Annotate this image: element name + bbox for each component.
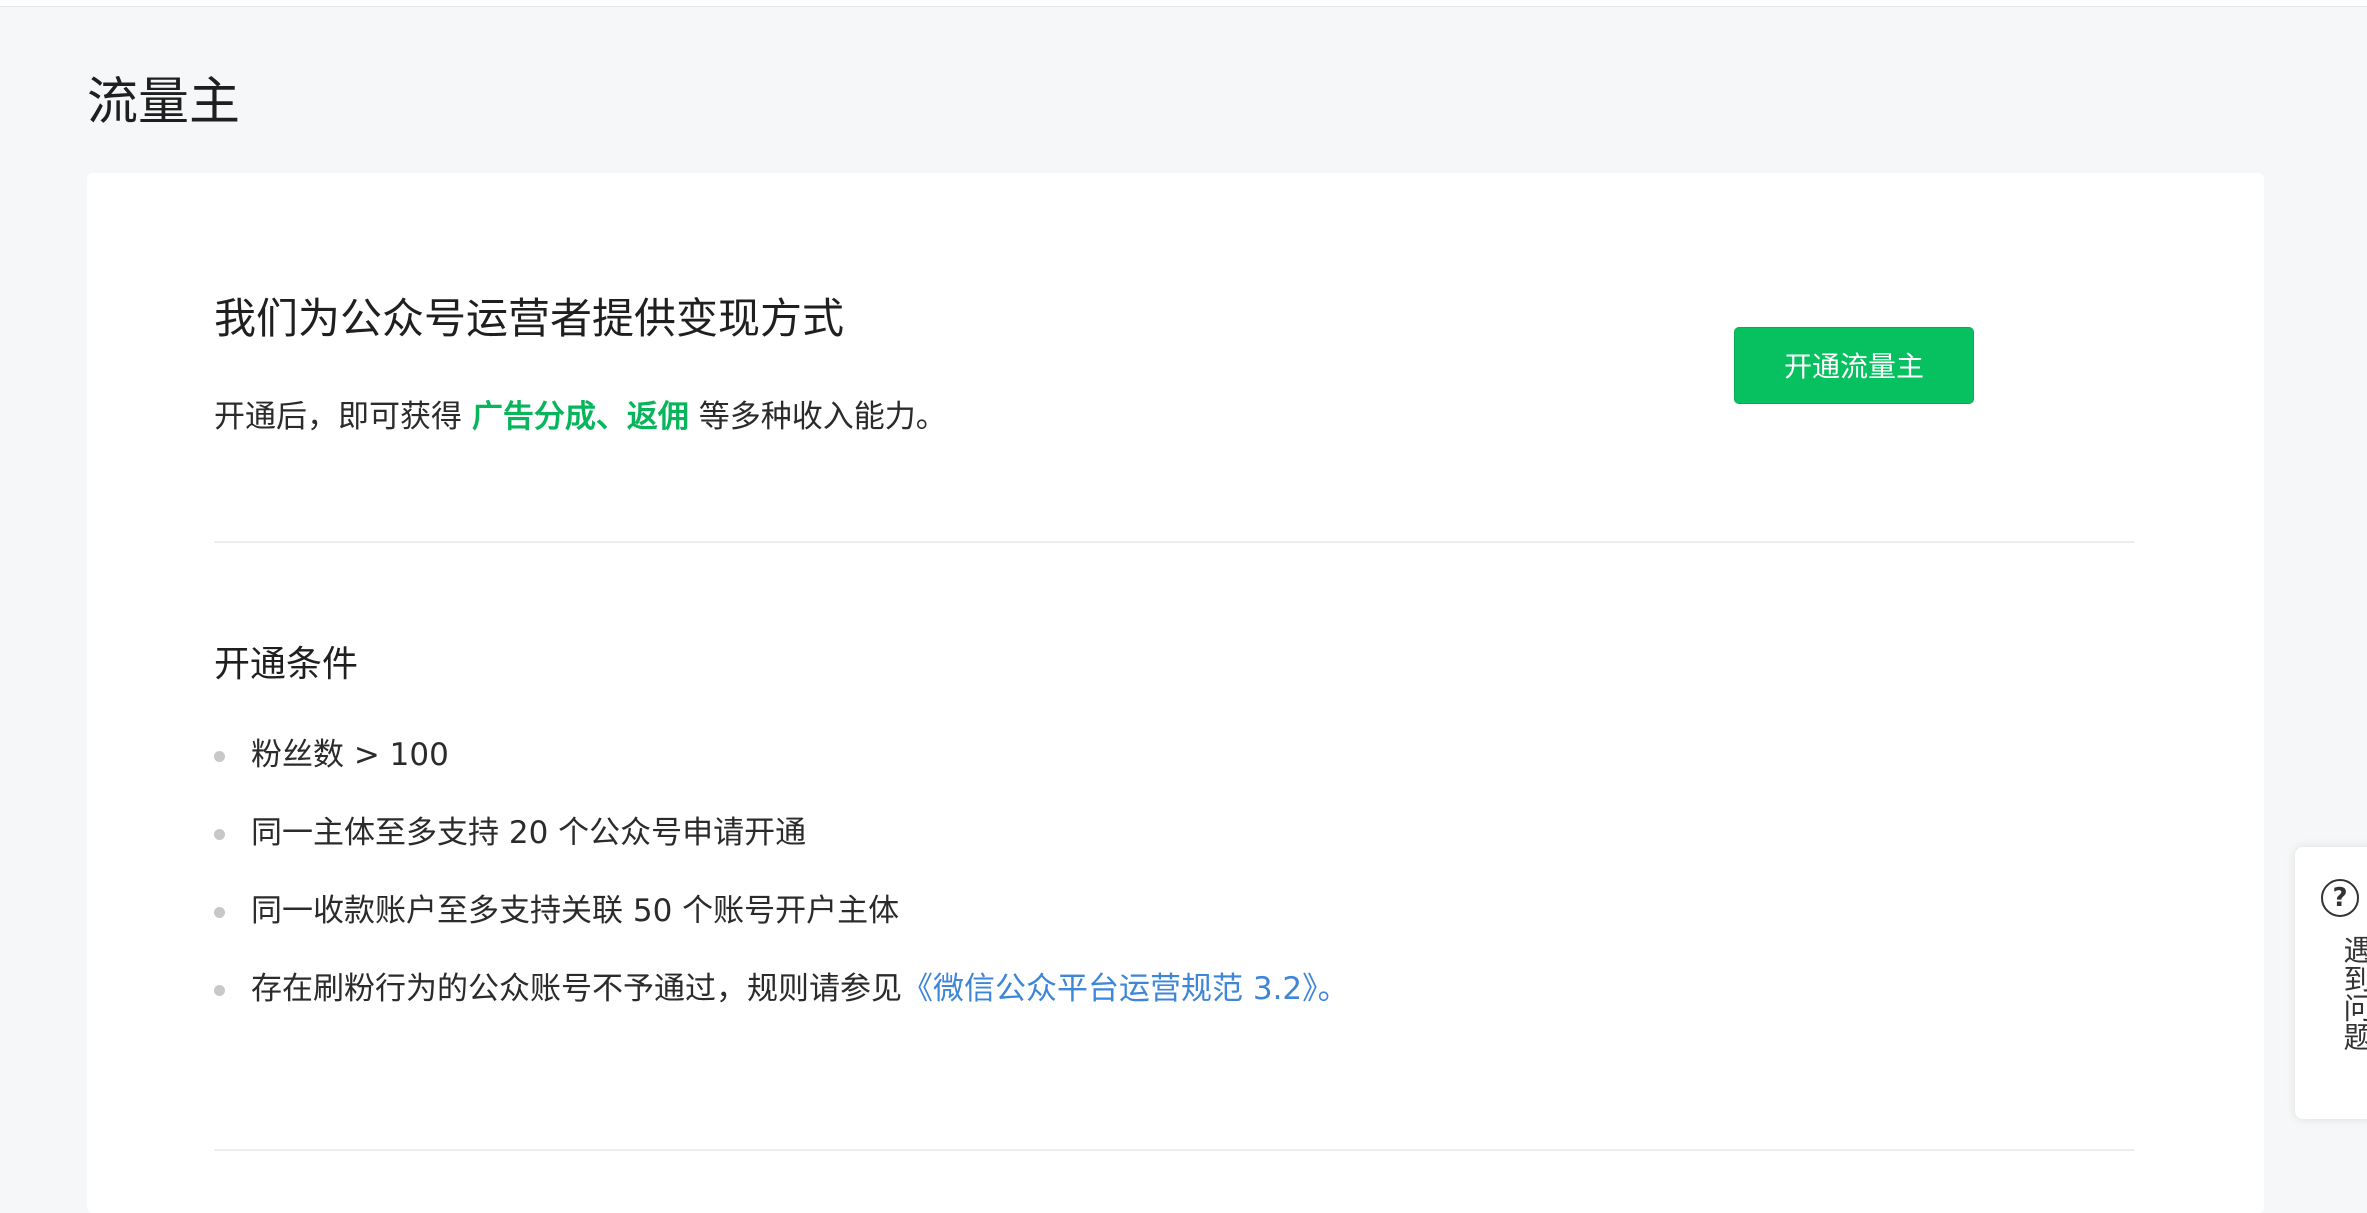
bullet-dot: [214, 751, 225, 762]
help-widget[interactable]: ? 遇到问题: [2295, 847, 2367, 1119]
intro-desc-highlight: 广告分成、返佣: [471, 399, 689, 435]
top-border: [0, 0, 2367, 7]
condition-text: 存在刷粉行为的公众账号不予通过，规则请参见: [251, 971, 902, 1007]
bullet-dot: [214, 829, 225, 840]
condition-text: 同一收款账户至多支持关联 50 个账号开户主体: [251, 893, 900, 929]
question-circle-icon: ?: [2321, 879, 2359, 917]
condition-suffix: 。: [1317, 971, 1349, 1007]
bullet-dot: [214, 985, 225, 996]
open-traffic-master-button[interactable]: 开通流量主: [1734, 327, 1974, 404]
condition-text: 粉丝数 > 100: [251, 737, 449, 773]
intro-description: 开通后，即可获得 广告分成、返佣 等多种收入能力。: [214, 395, 947, 439]
condition-item: 存在刷粉行为的公众账号不予通过，规则请参见《微信公众平台运营规范 3.2》。: [214, 967, 1349, 1045]
divider: [214, 1149, 2134, 1151]
condition-item: 同一收款账户至多支持关联 50 个账号开户主体: [214, 889, 1349, 967]
intro-title: 我们为公众号运营者提供变现方式: [214, 294, 845, 343]
help-label: 遇到问题: [2339, 935, 2367, 1051]
condition-item: 同一主体至多支持 20 个公众号申请开通: [214, 811, 1349, 889]
bullet-dot: [214, 907, 225, 918]
condition-text: 同一主体至多支持 20 个公众号申请开通: [251, 815, 807, 851]
page-title: 流量主: [87, 73, 241, 132]
conditions-title: 开通条件: [214, 644, 359, 685]
operation-rules-link[interactable]: 《微信公众平台运营规范 3.2》: [902, 971, 1318, 1007]
conditions-list: 粉丝数 > 100 同一主体至多支持 20 个公众号申请开通 同一收款账户至多支…: [214, 733, 1349, 1045]
divider: [214, 541, 2134, 543]
intro-desc-prefix: 开通后，即可获得: [214, 399, 472, 435]
main-card: 我们为公众号运营者提供变现方式 开通后，即可获得 广告分成、返佣 等多种收入能力…: [87, 173, 2264, 1213]
condition-item: 粉丝数 > 100: [214, 733, 1349, 811]
intro-desc-suffix: 等多种收入能力。: [688, 399, 947, 435]
